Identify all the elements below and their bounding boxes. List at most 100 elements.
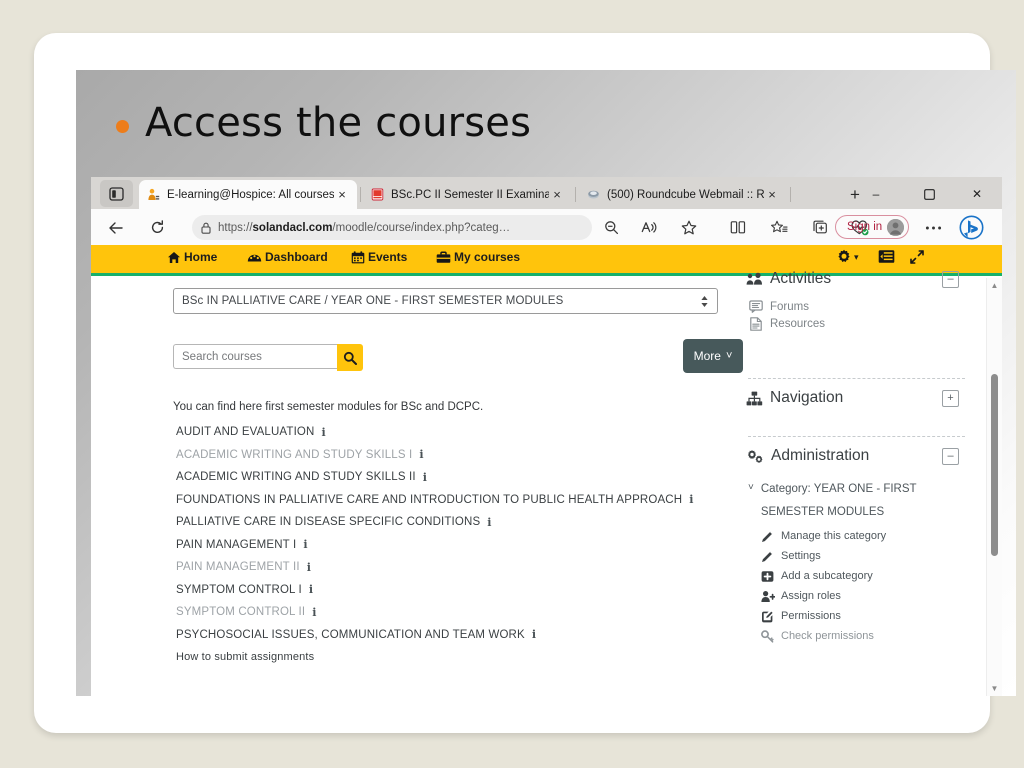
course-name: PALLIATIVE CARE IN DISEASE SPECIFIC COND… — [176, 516, 481, 529]
pencil-icon — [760, 530, 775, 543]
info-icon[interactable]: i — [307, 561, 311, 574]
course-list-item[interactable]: SYMPTOM CONTROL I i — [176, 579, 736, 602]
bullet-icon — [116, 119, 129, 133]
slide: Access the courses E-learning@Hospice: A… — [76, 70, 1016, 696]
scroll-down-arrow[interactable]: ▼ — [987, 681, 1002, 696]
block-divider — [748, 436, 965, 437]
nav-item-events[interactable]: Events — [351, 250, 407, 264]
address-bar[interactable]: https://solandacl.com/moodle/course/inde… — [192, 215, 592, 240]
info-icon[interactable]: i — [423, 471, 427, 484]
sign-in-button[interactable]: Sign in — [835, 215, 910, 239]
admin-link-check-permissions[interactable]: Check permissions — [760, 630, 971, 643]
chevron-down-icon[interactable]: ˅ — [748, 482, 754, 493]
close-icon[interactable]: × — [764, 187, 780, 203]
course-list-item[interactable]: PSYCHOSOCIAL ISSUES, COMMUNICATION AND T… — [176, 624, 736, 647]
scroll-up-arrow[interactable]: ▲ — [987, 278, 1002, 293]
calendar-icon — [351, 250, 365, 264]
close-icon[interactable]: × — [334, 187, 350, 203]
bing-copilot-icon[interactable] — [958, 212, 984, 242]
search-button[interactable] — [337, 344, 363, 371]
admin-link-label: Permissions — [781, 610, 841, 622]
page-scrollbar[interactable]: ▲ ▼ — [986, 278, 1002, 696]
back-arrow-icon[interactable] — [103, 215, 129, 240]
course-list-item[interactable]: AUDIT AND EVALUATION i — [176, 421, 736, 444]
blocks-drawer-icon[interactable] — [878, 249, 895, 264]
minimize-button[interactable]: – — [856, 181, 896, 207]
info-icon[interactable]: i — [532, 628, 536, 641]
more-options-icon[interactable] — [920, 215, 946, 240]
gear-icon[interactable]: ▾ — [836, 249, 859, 265]
category-select[interactable]: BSc IN PALLIATIVE CARE / YEAR ONE - FIRS… — [173, 288, 718, 314]
admin-link-add-subcategory[interactable]: Add a subcategory — [760, 570, 971, 583]
star-icon[interactable] — [676, 215, 702, 240]
browser-tab[interactable]: BSc.PC II Semester II Examination × — [363, 180, 572, 209]
block-link-forums[interactable]: Forums — [748, 300, 971, 313]
tab-actions-icon[interactable] — [100, 180, 133, 207]
resource-icon — [748, 317, 763, 331]
collections-icon[interactable] — [807, 215, 833, 240]
moodle-icon — [146, 188, 160, 202]
info-icon[interactable]: i — [321, 426, 325, 439]
close-icon[interactable]: × — [549, 187, 565, 203]
course-name: ACADEMIC WRITING AND STUDY SKILLS II — [176, 471, 416, 484]
admin-category-node[interactable]: ˅ Category: YEAR ONE - FIRST SEMESTER MO… — [746, 478, 971, 523]
course-list-item[interactable]: ACADEMIC WRITING AND STUDY SKILLS I i — [176, 444, 736, 467]
favorites-list-icon[interactable] — [766, 215, 792, 240]
search-icon — [343, 351, 357, 365]
course-list-item[interactable]: SYMPTOM CONTROL II i — [176, 601, 736, 624]
read-aloud-icon[interactable] — [636, 215, 662, 240]
fullscreen-icon[interactable] — [909, 249, 925, 265]
admin-link-label: Settings — [781, 550, 821, 562]
search-input[interactable]: Search courses — [173, 344, 337, 369]
split-screen-icon[interactable] — [725, 215, 751, 240]
course-name: AUDIT AND EVALUATION — [176, 426, 315, 439]
more-button[interactable]: More ˅ — [683, 339, 743, 373]
block-link-resources[interactable]: Resources — [748, 317, 971, 331]
admin-link-label: Add a subcategory — [781, 570, 873, 582]
browser-tab-title: E-learning@Hospice: All courses — [167, 188, 334, 201]
close-button[interactable]: ✕ — [957, 181, 997, 207]
nav-item-home[interactable]: Home — [167, 250, 217, 264]
nav-label-my-courses: My courses — [454, 250, 521, 264]
nav-item-dashboard[interactable]: Dashboard — [247, 250, 328, 264]
chevron-down-icon: ˅ — [725, 350, 733, 362]
info-icon[interactable]: i — [419, 448, 423, 461]
course-list-item[interactable]: FOUNDATIONS IN PALLIATIVE CARE AND INTRO… — [176, 489, 736, 512]
block-administration-header[interactable]: Administration – — [746, 447, 971, 465]
maximize-button[interactable] — [909, 181, 949, 207]
block-activities-header[interactable]: Activities – — [746, 270, 971, 288]
course-list-item[interactable]: PAIN MANAGEMENT I i — [176, 534, 736, 557]
browser-tab[interactable]: (500) Roundcube Webmail :: Re: × — [579, 180, 787, 209]
collapse-icon[interactable]: – — [942, 270, 959, 288]
course-list-item[interactable]: PAIN MANAGEMENT II i — [176, 556, 736, 579]
dashboard-icon — [247, 251, 262, 264]
expand-icon[interactable]: + — [942, 389, 959, 407]
briefcase-icon — [436, 250, 451, 264]
course-name: FOUNDATIONS IN PALLIATIVE CARE AND INTRO… — [176, 493, 683, 506]
browser-tab-strip: E-learning@Hospice: All courses × BSc.PC… — [91, 177, 1002, 209]
lock-icon — [201, 222, 211, 234]
course-list-item[interactable]: How to submit assignments — [176, 646, 736, 669]
admin-link-assign-roles[interactable]: Assign roles — [760, 590, 971, 603]
nav-item-my-courses[interactable]: My courses — [436, 250, 520, 264]
plus-square-icon — [760, 570, 775, 583]
info-icon[interactable]: i — [309, 583, 313, 596]
refresh-icon[interactable] — [144, 215, 170, 240]
address-bar-url: https://solandacl.com/moodle/course/inde… — [218, 221, 511, 234]
zoom-out-icon[interactable] — [598, 215, 624, 240]
info-icon[interactable]: i — [303, 538, 307, 551]
scrollbar-thumb[interactable] — [991, 374, 998, 556]
browser-tab[interactable]: E-learning@Hospice: All courses × — [139, 180, 357, 209]
block-navigation-header[interactable]: Navigation + — [746, 389, 971, 407]
info-icon[interactable]: i — [312, 606, 316, 619]
info-icon[interactable]: i — [487, 516, 491, 529]
info-icon[interactable]: i — [689, 493, 693, 506]
admin-link-manage-category[interactable]: Manage this category — [760, 530, 971, 543]
admin-link-permissions[interactable]: Permissions — [760, 610, 971, 623]
course-list-item[interactable]: PALLIATIVE CARE IN DISEASE SPECIFIC COND… — [176, 511, 736, 534]
admin-link-settings[interactable]: Settings — [760, 550, 971, 563]
updown-stepper-icon — [700, 295, 709, 308]
collapse-icon[interactable]: – — [942, 447, 959, 465]
course-list-item[interactable]: ACADEMIC WRITING AND STUDY SKILLS II i — [176, 466, 736, 489]
home-icon — [167, 251, 181, 264]
